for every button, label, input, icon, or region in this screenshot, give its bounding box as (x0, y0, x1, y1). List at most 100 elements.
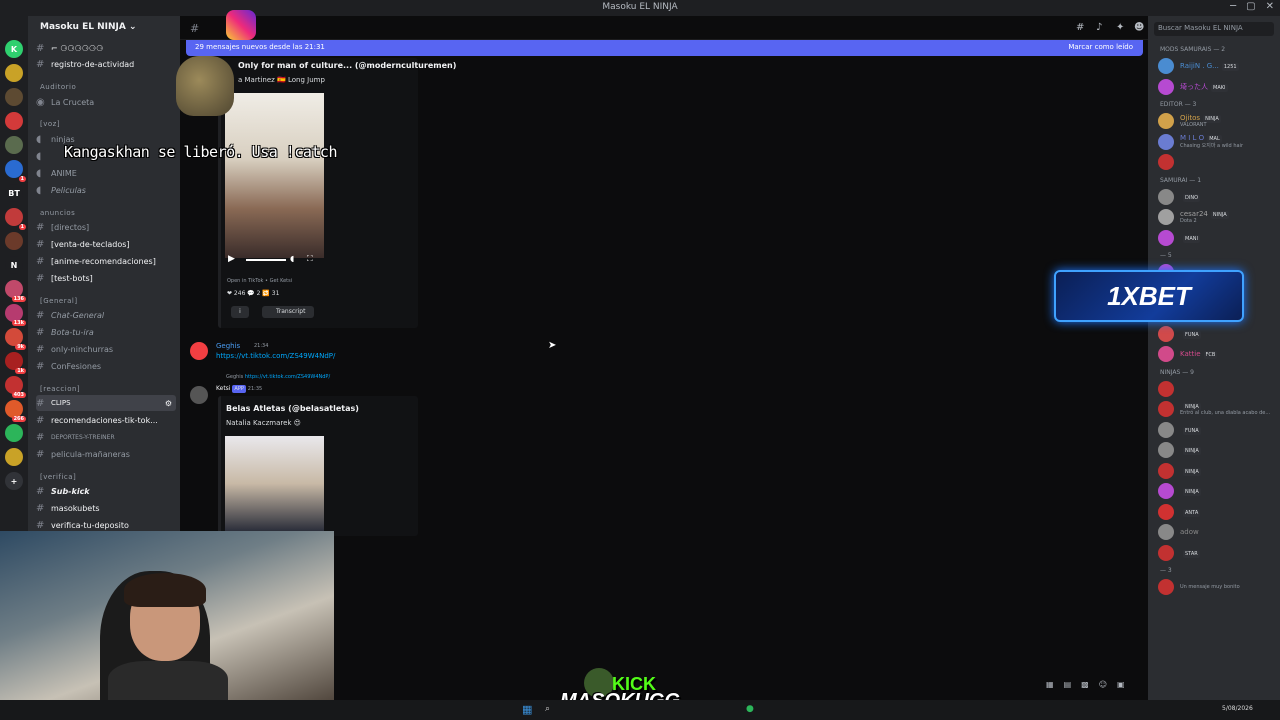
channel-deportes[interactable]: # DEPORTES-Y-TREINER (36, 429, 176, 445)
channel-top-dim[interactable]: # ⌐ ⚆⚆⚆⚆⚆⚆ (36, 40, 176, 56)
emoji-icon[interactable]: ☺ (1099, 680, 1107, 689)
server-icon[interactable]: 266 (5, 400, 26, 422)
member-row[interactable]: RaijiN . G... 1251 (1158, 56, 1280, 76)
server-icon[interactable] (5, 136, 23, 154)
server-icon[interactable] (5, 424, 23, 442)
server-icon[interactable] (5, 88, 23, 106)
member-row[interactable]: 埼った人 MAKI (1158, 77, 1280, 97)
server-icon[interactable]: + (5, 472, 23, 490)
channel-directos[interactable]: # [directos] (36, 219, 176, 235)
video-thumbnail[interactable] (225, 436, 324, 531)
gif-icon[interactable]: ▤ (1064, 680, 1072, 689)
server-icon[interactable]: BT (5, 184, 23, 202)
server-icon[interactable]: 1 (5, 160, 26, 182)
category-verifica[interactable]: [verifica] (40, 473, 76, 481)
new-messages-bar[interactable]: 29 mensajes nuevos desde las 21:31 Marca… (186, 40, 1143, 56)
voice-anime[interactable]: ◖ ANIME (36, 165, 176, 181)
embed-source[interactable]: Open in TikTok • Get Ketsi (227, 278, 292, 284)
search-icon[interactable]: ⌕ (545, 704, 550, 714)
channel-bota-tu-ira[interactable]: # Bota-tu-ira (36, 324, 176, 340)
server-icon[interactable] (5, 112, 23, 130)
channel-sub-kick[interactable]: # Sub-kick (36, 483, 176, 499)
server-icon[interactable]: 9k (5, 328, 26, 350)
channel-clips[interactable]: # CLIPS ⚙ (36, 395, 176, 411)
info-button[interactable]: i (231, 306, 249, 318)
member-row[interactable]: FUNA (1158, 420, 1280, 440)
server-icon[interactable]: 403 (5, 376, 26, 398)
play-icon[interactable]: ▶ (228, 254, 235, 264)
avatar[interactable] (190, 386, 208, 404)
category-auditorio[interactable]: Auditorio (40, 83, 76, 91)
member-row[interactable]: NINJA (1158, 440, 1280, 460)
transcript-button[interactable]: Transcript (262, 306, 314, 318)
member-row[interactable]: DINO (1158, 187, 1280, 207)
channel-test-bots[interactable]: # [test-bots] (36, 270, 176, 286)
channel-venta-teclados[interactable]: # [venta-de-teclados] (36, 236, 176, 252)
windows-start-icon[interactable]: ▦ (522, 703, 532, 716)
message-author[interactable]: Ketsi APP 21:35 (216, 385, 262, 393)
server-icon[interactable]: K (5, 40, 23, 58)
category-reaccion[interactable]: [reaccion] (40, 385, 80, 393)
search-input[interactable]: Buscar Masoku EL NINJA (1154, 22, 1274, 36)
member-row[interactable]: Ojitos NINJA VALORANT (1158, 111, 1280, 131)
server-icon[interactable] (5, 448, 23, 466)
channel-chat-general[interactable]: # Chat-General (36, 307, 176, 323)
video-progress[interactable] (246, 259, 286, 261)
member-row[interactable]: FUNA (1158, 324, 1280, 344)
minimize-button[interactable]: ─ (1230, 1, 1236, 12)
member-row[interactable]: MANI (1158, 228, 1280, 248)
member-row[interactable]: Un mensaje muy bonito (1158, 577, 1280, 597)
spotify-icon[interactable]: ● (746, 704, 754, 714)
server-icon[interactable]: 136 (5, 280, 26, 302)
sticker-icon[interactable]: ▩ (1081, 680, 1089, 689)
member-row[interactable]: NINJA Entró al club, una diabla acabo de.… (1158, 399, 1280, 419)
maximize-button[interactable]: ▢ (1246, 1, 1255, 12)
settings-gear-icon[interactable]: ⚙ (165, 399, 176, 408)
member-row[interactable]: Kattie FCB (1158, 344, 1280, 364)
member-row[interactable]: STAR (1158, 543, 1280, 563)
member-row[interactable] (1158, 152, 1280, 172)
member-row[interactable]: NINJA (1158, 481, 1280, 501)
video-thumbnail[interactable] (225, 93, 324, 258)
channel-masokubets[interactable]: # masokubets (36, 500, 176, 516)
channel-anime-recomendaciones[interactable]: # [anime-recomendaciones] (36, 253, 176, 269)
apps-icon[interactable]: ▣ (1117, 680, 1125, 689)
member-row[interactable]: adow (1158, 522, 1280, 542)
channel-only-ninchurras[interactable]: # only-ninchurras (36, 341, 176, 357)
server-icon[interactable] (5, 232, 23, 250)
server-icon[interactable]: 1 (5, 208, 26, 230)
voice-peliculas[interactable]: ◖ Peliculas (36, 182, 176, 198)
embed-title[interactable]: Belas Atletas (@belasatletas) (226, 404, 359, 413)
gift-icon[interactable]: ▦ (1046, 680, 1054, 689)
channel-confesiones[interactable]: # ConFesiones (36, 358, 176, 374)
members-icon[interactable]: ☻ (1134, 22, 1144, 33)
reply-preview[interactable]: Geghis https://vt.tiktok.com/ZS49W4NdP/ (226, 374, 330, 380)
avatar[interactable] (190, 342, 208, 360)
threads-icon[interactable]: # (1076, 22, 1084, 33)
server-icon[interactable]: 1k (5, 352, 26, 374)
category-anuncios[interactable]: anuncios (40, 209, 75, 217)
channel-la-cruceta[interactable]: ◉ La Cruceta (36, 94, 176, 110)
server-icon[interactable] (5, 64, 23, 82)
server-icon[interactable]: 13k (5, 304, 26, 326)
member-row[interactable]: ANTA (1158, 502, 1280, 522)
member-row[interactable]: cesar24 NINJA Dota 2 (1158, 207, 1280, 227)
member-row[interactable]: M I L O MAL Chasing 오지마 a wild hair (1158, 132, 1280, 152)
category-general[interactable]: [General] (40, 297, 78, 305)
channel-registro[interactable]: # registro-de-actividad (36, 56, 176, 72)
channel-pelicula-mananeras[interactable]: # pelicula-mañaneras (36, 446, 176, 462)
member-row[interactable] (1158, 379, 1280, 399)
server-name[interactable]: Masoku EL NINJA ⌄ (28, 16, 180, 40)
category-voz[interactable]: [voz] (40, 120, 60, 128)
message-input[interactable] (350, 664, 1140, 686)
notification-bell-icon[interactable]: ♪ (1096, 22, 1102, 33)
channel-recomendaciones-tiktok[interactable]: # recomendaciones-tik-tok... (36, 412, 176, 428)
mark-read-button[interactable]: Marcar como leído (1068, 43, 1133, 51)
fullscreen-icon[interactable]: ⛶ (307, 254, 313, 264)
close-button[interactable]: ✕ (1266, 1, 1274, 12)
pin-icon[interactable]: ✦ (1116, 22, 1124, 33)
server-icon[interactable]: N (5, 256, 23, 274)
message-link[interactable]: https://vt.tiktok.com/ZS49W4NdP/ (216, 352, 335, 360)
embed-title[interactable]: Only for man of culture... (@moderncultu… (238, 61, 456, 70)
message-author[interactable]: Geghis (216, 342, 240, 350)
